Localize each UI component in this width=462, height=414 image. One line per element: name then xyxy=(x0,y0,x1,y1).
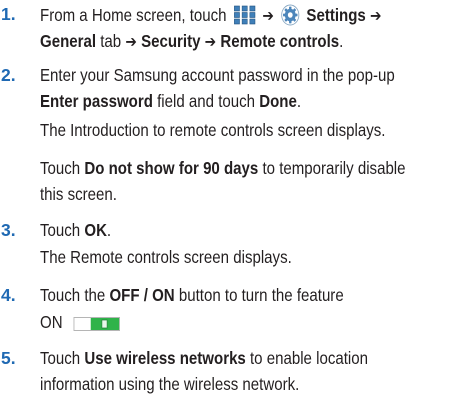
step-3-line-2: The Remote controls screen displays. xyxy=(40,247,333,267)
text: information using the wireless network. xyxy=(40,374,300,394)
step-4-line-2: ON xyxy=(40,312,133,332)
text: tab xyxy=(100,31,122,51)
remote-controls-label: Remote controls xyxy=(220,31,340,51)
text: From a Home screen, touch xyxy=(40,5,227,25)
text: The Introduction to remote controls scre… xyxy=(40,120,386,140)
done-label: Done xyxy=(259,91,297,111)
text: to temporarily disable xyxy=(262,158,406,178)
text: The Remote controls screen displays. xyxy=(40,247,292,267)
step-3-line-1: Touch OK. xyxy=(40,220,123,240)
arrow-icon: ➔ xyxy=(262,6,274,25)
text: . xyxy=(339,31,344,51)
instruction-page: 1. From a Home screen, touch ➔ Settings … xyxy=(0,0,462,414)
apps-grid-icon xyxy=(233,5,256,25)
off-on-label: OFF / ON xyxy=(109,285,175,305)
arrow-icon: ➔ xyxy=(369,6,382,25)
step-number: 3. xyxy=(1,220,16,240)
text: . xyxy=(296,91,302,111)
text: button to turn the feature xyxy=(178,285,344,305)
enter-password-label: Enter password xyxy=(40,91,153,111)
step-5-line-1: Touch Use wireless networks to enable lo… xyxy=(40,348,421,368)
general-label: General xyxy=(40,31,97,51)
text: Enter your Samsung account password in t… xyxy=(40,65,395,85)
do-not-show-label: Do not show for 90 days xyxy=(84,158,259,178)
step-number: 4. xyxy=(1,285,16,305)
step-2-line-3: The Introduction to remote controls scre… xyxy=(40,120,442,140)
step-1-line-2: General tab ➔ Security ➔ Remote controls… xyxy=(40,31,393,52)
text: field and touch xyxy=(157,91,256,111)
toggle-switch-icon xyxy=(73,317,121,331)
text: to enable location xyxy=(250,348,368,368)
step-2-line-2: Enter password field and touch Done. xyxy=(40,91,344,111)
text: ON xyxy=(40,312,63,332)
settings-label: Settings xyxy=(306,5,366,25)
step-2-line-1: Enter your Samsung account password in t… xyxy=(40,65,452,85)
step-1-line-1: From a Home screen, touch ➔ Settings ➔ xyxy=(40,4,437,26)
step-2-line-5: this screen. xyxy=(40,184,129,204)
step-5-line-2: information using the wireless network. xyxy=(40,374,342,394)
step-number: 2. xyxy=(1,65,16,85)
security-label: Security xyxy=(141,31,201,51)
text: Touch xyxy=(40,348,81,368)
step-2-line-4: Touch Do not show for 90 days to tempora… xyxy=(40,158,462,178)
arrow-icon: ➔ xyxy=(125,32,137,51)
arrow-icon: ➔ xyxy=(204,32,217,51)
step-number: 1. xyxy=(1,4,16,24)
text: Touch xyxy=(40,158,81,178)
text: this screen. xyxy=(40,184,117,204)
text: Touch xyxy=(40,220,81,240)
ok-label: OK xyxy=(84,220,107,240)
settings-gear-icon xyxy=(281,4,300,26)
text: Touch the xyxy=(40,285,106,305)
text: . xyxy=(106,220,112,240)
step-number: 5. xyxy=(1,348,16,368)
use-wireless-networks-label: Use wireless networks xyxy=(84,348,246,368)
step-4-line-1: Touch the OFF / ON button to turn the fe… xyxy=(40,285,393,305)
